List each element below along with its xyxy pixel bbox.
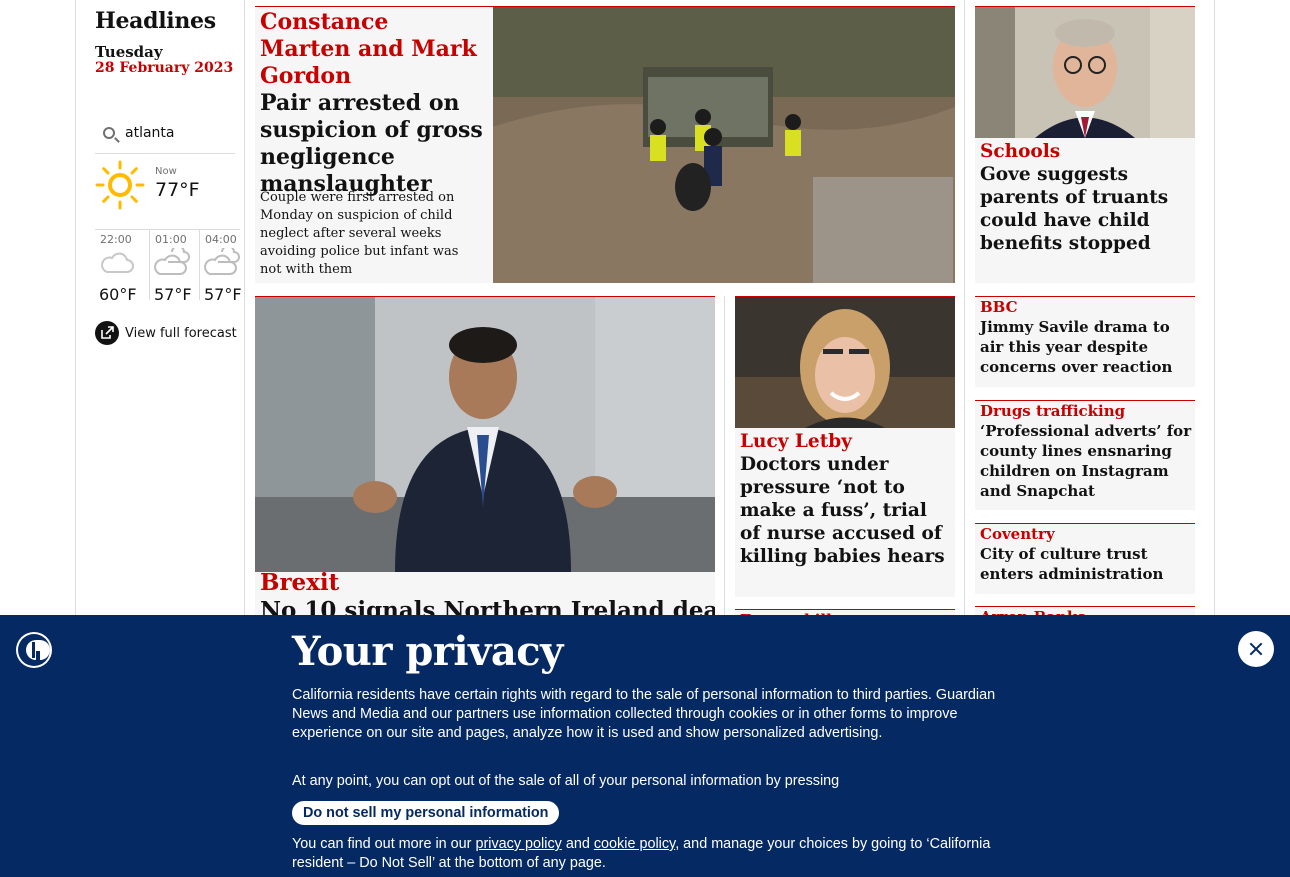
story-card-letby[interactable]: Lucy Letby Doctors under pressure ‘not t…	[735, 296, 955, 597]
rishi-sunak-image	[255, 297, 715, 572]
external-link-icon	[95, 321, 119, 345]
story-headline: Jimmy Savile drama to air this year desp…	[980, 318, 1173, 376]
story-kicker: Coventry	[980, 525, 1055, 543]
column-divider	[964, 0, 965, 615]
michael-gove-image	[975, 7, 1195, 138]
cloudy-night-icon	[154, 248, 190, 275]
privacy-text: At any point, you can opt out of the sal…	[292, 773, 840, 789]
privacy-text: California residents have certain rights…	[292, 687, 996, 741]
weather-location-search[interactable]	[95, 123, 235, 154]
do-not-sell-button[interactable]: Do not sell my personal information	[292, 801, 560, 825]
column-divider	[244, 0, 245, 615]
story-headline: Doctors under pressure ‘not to make a fu…	[740, 454, 945, 567]
story-kicker: Drugs trafficking	[980, 402, 1126, 420]
date-day: Tuesday	[95, 43, 163, 61]
forecast-time: 04:00	[205, 233, 237, 246]
story-card-bbc[interactable]: BBC Jimmy Savile drama to air this year …	[975, 296, 1195, 387]
section-title: Headlines	[95, 8, 216, 34]
privacy-text: You can find out more in our privacy pol…	[292, 835, 1002, 873]
hourly-forecast: 22:00 60°F 01:00 57°F 04:00 57°F	[95, 229, 242, 304]
story-card-drugs[interactable]: Drugs trafficking ‘Professional adverts’…	[975, 400, 1195, 510]
view-full-forecast-link[interactable]: View full forecast	[95, 321, 237, 345]
story-headline: Gove suggests parents of truants could h…	[980, 164, 1169, 254]
story-headline: ‘Professional adverts’ for county lines …	[980, 422, 1192, 500]
story-headline: City of culture trust enters administrat…	[980, 545, 1164, 583]
police-search-image	[493, 7, 955, 283]
story-kicker: Schools	[980, 141, 1061, 162]
privacy-text-part: You can find out more in our	[292, 836, 476, 852]
privacy-banner: Your privacy California residents have c…	[0, 615, 1290, 877]
close-icon[interactable]	[1238, 631, 1274, 667]
story-kicker: Lucy Letby	[740, 431, 852, 452]
forecast-slot: 22:00 60°F	[95, 230, 145, 304]
date-full: 28 February 2023	[95, 60, 234, 76]
now-temperature: 77°F	[155, 179, 200, 201]
story-card-coventry[interactable]: Coventry City of culture trust enters ad…	[975, 523, 1195, 594]
full-forecast-label: View full forecast	[125, 325, 237, 341]
forecast-time: 01:00	[155, 233, 187, 246]
column-divider	[724, 296, 725, 615]
search-icon	[103, 127, 115, 139]
privacy-policy-link[interactable]: privacy policy	[475, 836, 561, 852]
forecast-temp: 57°F	[154, 285, 192, 304]
forecast-time: 22:00	[100, 233, 132, 246]
location-input[interactable]	[125, 125, 230, 141]
story-kicker: Brexit	[260, 569, 340, 596]
story-kicker: BBC	[980, 298, 1018, 316]
now-label: Now	[155, 166, 177, 177]
story-card-brexit[interactable]: Brexit No 10 signals Northern Ireland de…	[255, 296, 715, 615]
lead-story-card[interactable]: Constance Marten and Mark Gordon Pair ar…	[255, 6, 955, 283]
forecast-temp: 60°F	[99, 285, 137, 304]
story-card-gove[interactable]: Schools Gove suggests parents of truants…	[975, 6, 1195, 283]
cloud-night-icon	[101, 252, 134, 273]
lucy-letby-image	[735, 297, 955, 428]
cookie-policy-link[interactable]: cookie policy	[594, 836, 675, 852]
sun-icon	[95, 160, 145, 210]
story-headline: No 10 signals Northern Ireland deal to g…	[260, 597, 715, 615]
privacy-title: Your privacy	[292, 628, 563, 675]
story-standfirst: Couple were first arrested on Monday on …	[260, 190, 459, 277]
guardian-logo-icon	[16, 632, 52, 668]
forecast-slot: 01:00 57°F	[149, 230, 199, 304]
forecast-slot: 04:00 57°F	[199, 230, 249, 304]
story-kicker: Constance Marten and Mark Gordon	[260, 9, 477, 89]
cloudy-night-icon	[204, 248, 240, 275]
story-headline: Pair arrested on suspicion of gross negl…	[260, 90, 483, 197]
forecast-temp: 57°F	[204, 285, 242, 304]
privacy-text-part: and	[561, 836, 594, 852]
